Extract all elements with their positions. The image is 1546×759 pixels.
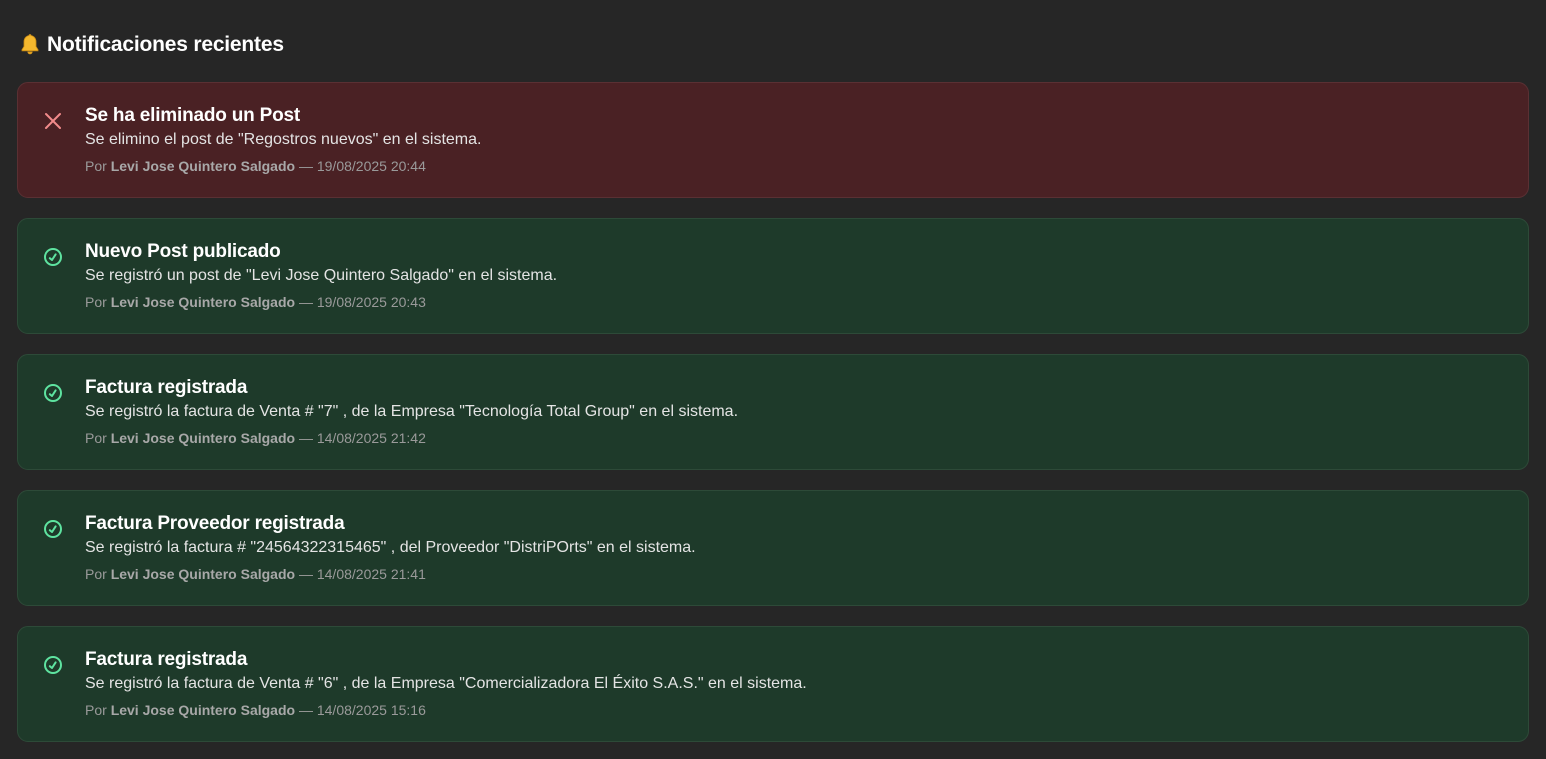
- notification-description: Se elimino el post de "Regostros nuevos"…: [85, 131, 482, 148]
- notification-author: Levi Jose Quintero Salgado: [110, 430, 296, 446]
- close-icon: [42, 110, 64, 132]
- by-label: Por: [85, 158, 107, 174]
- notification-card[interactable]: Se ha eliminado un Post Se elimino el po…: [17, 82, 1529, 198]
- notification-title: Factura registrada: [85, 377, 248, 398]
- by-label: Por: [85, 430, 107, 446]
- notification-description: Se registró la factura de Venta # "6" , …: [85, 675, 807, 692]
- notification-author: Levi Jose Quintero Salgado: [110, 702, 296, 718]
- notification-meta: Por Levi Jose Quintero Salgado — 19/08/2…: [85, 156, 1508, 176]
- notification-datetime: 19/08/2025 20:44: [316, 158, 426, 174]
- by-label: Por: [85, 702, 107, 718]
- meta-separator: —: [298, 294, 313, 310]
- notification-description: Se registró un post de "Levi Jose Quinte…: [85, 267, 558, 284]
- check-circle-icon: [42, 654, 64, 676]
- notification-title: Se ha eliminado un Post: [85, 105, 300, 126]
- notification-list: Se ha eliminado un Post Se elimino el po…: [17, 82, 1529, 742]
- notification-title: Factura Proveedor registrada: [85, 513, 345, 534]
- meta-separator: —: [298, 158, 313, 174]
- notification-author: Levi Jose Quintero Salgado: [110, 158, 296, 174]
- notification-title: Nuevo Post publicado: [85, 241, 281, 262]
- check-circle-icon: [42, 382, 64, 404]
- notification-description: Se registró la factura de Venta # "7" , …: [85, 403, 739, 420]
- notification-card[interactable]: Factura registrada Se registró la factur…: [17, 626, 1529, 742]
- notification-description: Se registró la factura # "24564322315465…: [85, 539, 696, 556]
- by-label: Por: [85, 294, 107, 310]
- notifications-header: Notificaciones recientes: [17, 29, 1529, 61]
- notification-datetime: 19/08/2025 20:43: [316, 294, 426, 310]
- notification-body: Factura registrada Se registró la factur…: [85, 648, 1508, 720]
- notification-author: Levi Jose Quintero Salgado: [110, 294, 296, 310]
- notification-body: Se ha eliminado un Post Se elimino el po…: [85, 104, 1508, 176]
- bell-icon: [19, 33, 41, 57]
- notification-card[interactable]: Nuevo Post publicado Se registró un post…: [17, 218, 1529, 334]
- notification-body: Factura registrada Se registró la factur…: [85, 376, 1508, 448]
- notification-meta: Por Levi Jose Quintero Salgado — 19/08/2…: [85, 292, 1508, 312]
- notification-datetime: 14/08/2025 21:41: [316, 566, 426, 582]
- notification-meta: Por Levi Jose Quintero Salgado — 14/08/2…: [85, 564, 1508, 584]
- notification-meta: Por Levi Jose Quintero Salgado — 14/08/2…: [85, 700, 1508, 720]
- check-circle-icon: [42, 518, 64, 540]
- check-circle-icon: [42, 246, 64, 268]
- notification-body: Factura Proveedor registrada Se registró…: [85, 512, 1508, 584]
- meta-separator: —: [298, 566, 313, 582]
- page-title: Notificaciones recientes: [47, 33, 284, 56]
- notification-author: Levi Jose Quintero Salgado: [110, 566, 296, 582]
- notification-card[interactable]: Factura Proveedor registrada Se registró…: [17, 490, 1529, 606]
- by-label: Por: [85, 566, 107, 582]
- notifications-page: Notificaciones recientes Se ha eliminado…: [0, 29, 1546, 759]
- notification-meta: Por Levi Jose Quintero Salgado — 14/08/2…: [85, 428, 1508, 448]
- meta-separator: —: [298, 702, 313, 718]
- notification-body: Nuevo Post publicado Se registró un post…: [85, 240, 1508, 312]
- notification-datetime: 14/08/2025 15:16: [316, 702, 426, 718]
- notification-card[interactable]: Factura registrada Se registró la factur…: [17, 354, 1529, 470]
- meta-separator: —: [298, 430, 313, 446]
- notification-title: Factura registrada: [85, 649, 248, 670]
- notification-datetime: 14/08/2025 21:42: [316, 430, 426, 446]
